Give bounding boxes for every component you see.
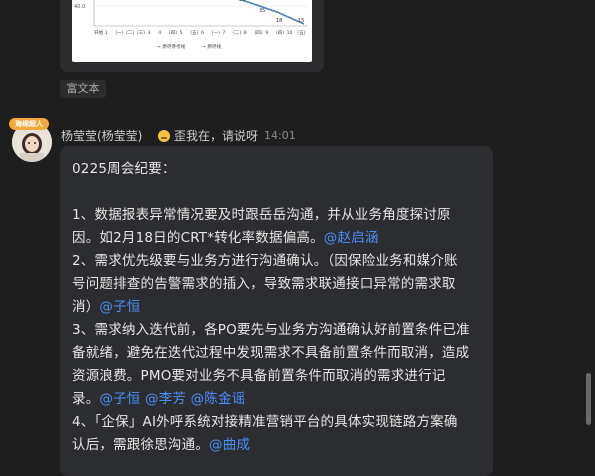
mention-link[interactable]: @曲成 — [209, 437, 250, 453]
x-tick-label: 1 — [105, 30, 108, 36]
x-tick-label: (四) — [169, 30, 177, 36]
text-message-bubble[interactable]: 0225周会纪要： 1、数据报表异常情况要及时跟岳岳沟通，并从业务角度探讨原 因… — [60, 146, 493, 476]
line-text: 1、数据报表异常情况要及时跟岳岳沟通，并从业务角度探讨原 — [72, 207, 451, 223]
line-text: 录。 — [72, 391, 100, 407]
legend-item: → 燃尽线 — [202, 43, 221, 50]
line-text: 因。如2月18日的CRT*转化率数据偏高。 — [72, 230, 324, 246]
x-tick-label: (四) — [276, 30, 284, 36]
x-tick-label: (二) — [233, 30, 241, 36]
x-tick-label: (二) — [126, 30, 134, 36]
x-tick-label: (五) — [190, 30, 198, 36]
message-line: 号问题排查的告警需求的插入，导致需求联通接口异常的需求取 — [72, 273, 484, 296]
line-text: 备就绪，避免在迭代过程中发现需求不具备前置条件而取消，造成 — [72, 345, 470, 361]
point-label: 35 — [259, 8, 265, 14]
sender-status: 歪我在，请说呀 14:01 — [158, 127, 296, 144]
line-text: 0225周会纪要： — [72, 161, 176, 177]
message-time: 14:01 — [264, 129, 296, 142]
line-text: 3、需求纳入迭代前，各PO要先与业务方沟通确认好前置条件已准 — [72, 322, 470, 338]
message-text: 0225周会纪要： 1、数据报表异常情况要及时跟岳岳沟通，并从业务角度探讨原 因… — [72, 158, 484, 457]
richtext-tag[interactable]: 富文本 — [60, 80, 106, 98]
message-line: 3、需求纳入迭代前，各PO要先与业务方沟通确认好前置条件已准 — [72, 319, 484, 342]
point-label: 18 — [276, 18, 282, 24]
line-text: 4、「企保」AI外呼系统对接精准营销平台的具体实现链路方案确 — [72, 414, 458, 430]
message-line-blank — [72, 181, 484, 204]
line-text: 2、需求优先级要与业务方进行沟通确认。（因保险业务和媒介账 — [72, 253, 458, 269]
x-tick-label: (一) — [115, 30, 123, 36]
line-text: 资源浪费。PMO要对业务不具备前置条件而取消的需求进行记 — [72, 368, 446, 384]
x-tick-label: (三) — [137, 30, 145, 36]
x-tick-label: 6 — [201, 30, 204, 36]
message-line: 认后，需跟徐思沟通。@曲成 — [72, 434, 484, 457]
x-tick-label: 4 — [158, 30, 161, 36]
point-label: 15 — [298, 18, 304, 24]
x-tick-label: 9 — [265, 30, 268, 36]
point-label: 52 — [239, 0, 245, 3]
x-tick-label: 10 — [287, 30, 293, 36]
x-tick-label: 3 — [148, 30, 151, 36]
message-line: 1、数据报表异常情况要及时跟岳岳沟通，并从业务角度探讨原 — [72, 204, 484, 227]
burndown-chart-svg: 40.0 52 35 18 15 开始 1 (一) (二) (三) 3 4 (四) 5 (五) 6(… — [74, 0, 308, 50]
x-tick-labels: 开始 1 (一) (二) (三) 3 4 (四) 5 (五) 6 (一) 7 (二) 8 (四) 9 (四) 10(… — [94, 29, 306, 36]
image-message-bubble[interactable]: 40.0 52 35 18 15 开始 1 (一) (二) (三) 3 4 (四) 5 (五) 6(… — [60, 0, 324, 72]
x-tick-label: 开始 — [94, 29, 104, 36]
line-text: 消） — [72, 299, 100, 315]
message-line: 2、需求优先级要与业务方进行沟通确认。（因保险业务和媒介账 — [72, 250, 484, 273]
avatar-badge: 海绵超人 — [9, 118, 49, 130]
message-line: 因。如2月18日的CRT*转化率数据偏高。@赵启涵 — [72, 227, 484, 250]
mention-link[interactable]: @子恒 — [99, 299, 140, 315]
message-line: 备就绪，避免在迭代过程中发现需求不具备前置条件而取消，造成 — [72, 342, 484, 365]
x-tick-label: 5 — [180, 30, 183, 36]
message-line: 0225周会纪要： — [72, 158, 484, 181]
burndown-line — [238, 0, 305, 25]
chat-scrollbar[interactable] — [586, 373, 591, 425]
line-text: 认后，需跟徐思沟通。 — [72, 437, 209, 453]
x-tick-label: (一) — [212, 30, 220, 36]
status-emoji-icon — [158, 129, 170, 142]
sender-name[interactable]: 杨莹莹(杨莹莹) — [61, 127, 142, 144]
x-tick-label: 7 — [222, 30, 225, 36]
status-text: 歪我在，请说呀 — [174, 129, 259, 143]
y-tick-label: 40.0 — [74, 4, 85, 10]
x-tick-label: (四) — [255, 30, 263, 36]
mention-link[interactable]: @赵启涵 — [324, 230, 379, 246]
x-tick-label: 8 — [244, 30, 247, 36]
mention-link[interactable]: @子恒 @李芳 @陈金谣 — [99, 391, 245, 407]
message-line: 4、「企保」AI外呼系统对接精准营销平台的具体实现链路方案确 — [72, 411, 484, 434]
message-line: 消）@子恒 — [72, 296, 484, 319]
message-line: 录。@子恒 @李芳 @陈金谣 — [72, 388, 484, 411]
chat-message-area: 40.0 52 35 18 15 开始 1 (一) (二) (三) 3 4 (四) 5 (五) 6(… — [0, 0, 595, 476]
legend-item: → 燃尽参考线 — [157, 43, 186, 50]
burndown-chart-image[interactable]: 40.0 52 35 18 15 开始 1 (一) (二) (三) 3 4 (四) 5 (五) 6(… — [72, 0, 312, 62]
message-line: 资源浪费。PMO要对业务不具备前置条件而取消的需求进行记 — [72, 365, 484, 388]
line-text: 号问题排查的告警需求的插入，导致需求联通接口异常的需求取 — [72, 276, 456, 292]
x-tick-label: (五) — [297, 30, 305, 36]
